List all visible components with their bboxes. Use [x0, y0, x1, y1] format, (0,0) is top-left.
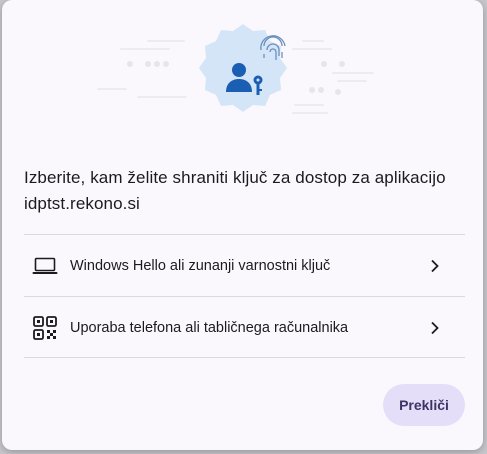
- chevron-right-icon: [425, 256, 445, 276]
- option-windows-hello[interactable]: Windows Hello ali zunanji varnostni klju…: [24, 236, 465, 296]
- passkey-illustration: [97, 24, 374, 114]
- passkey-dialog: Izberite, kam želite shraniti ključ za d…: [2, 0, 483, 450]
- divider: [24, 357, 465, 358]
- laptop-icon: [32, 253, 58, 279]
- chevron-right-icon: [425, 318, 445, 338]
- cancel-button[interactable]: Prekliči: [383, 384, 465, 426]
- dialog-title: Izberite, kam želite shraniti ključ za d…: [24, 168, 446, 213]
- option-label: Windows Hello ali zunanji varnostni klju…: [70, 258, 331, 274]
- option-label: Uporaba telefona ali tabličnega računaln…: [70, 320, 349, 336]
- option-phone-tablet[interactable]: Uporaba telefona ali tabličnega računaln…: [24, 298, 465, 358]
- divider: [24, 296, 465, 297]
- divider: [24, 234, 465, 235]
- qr-code-icon: [32, 315, 58, 341]
